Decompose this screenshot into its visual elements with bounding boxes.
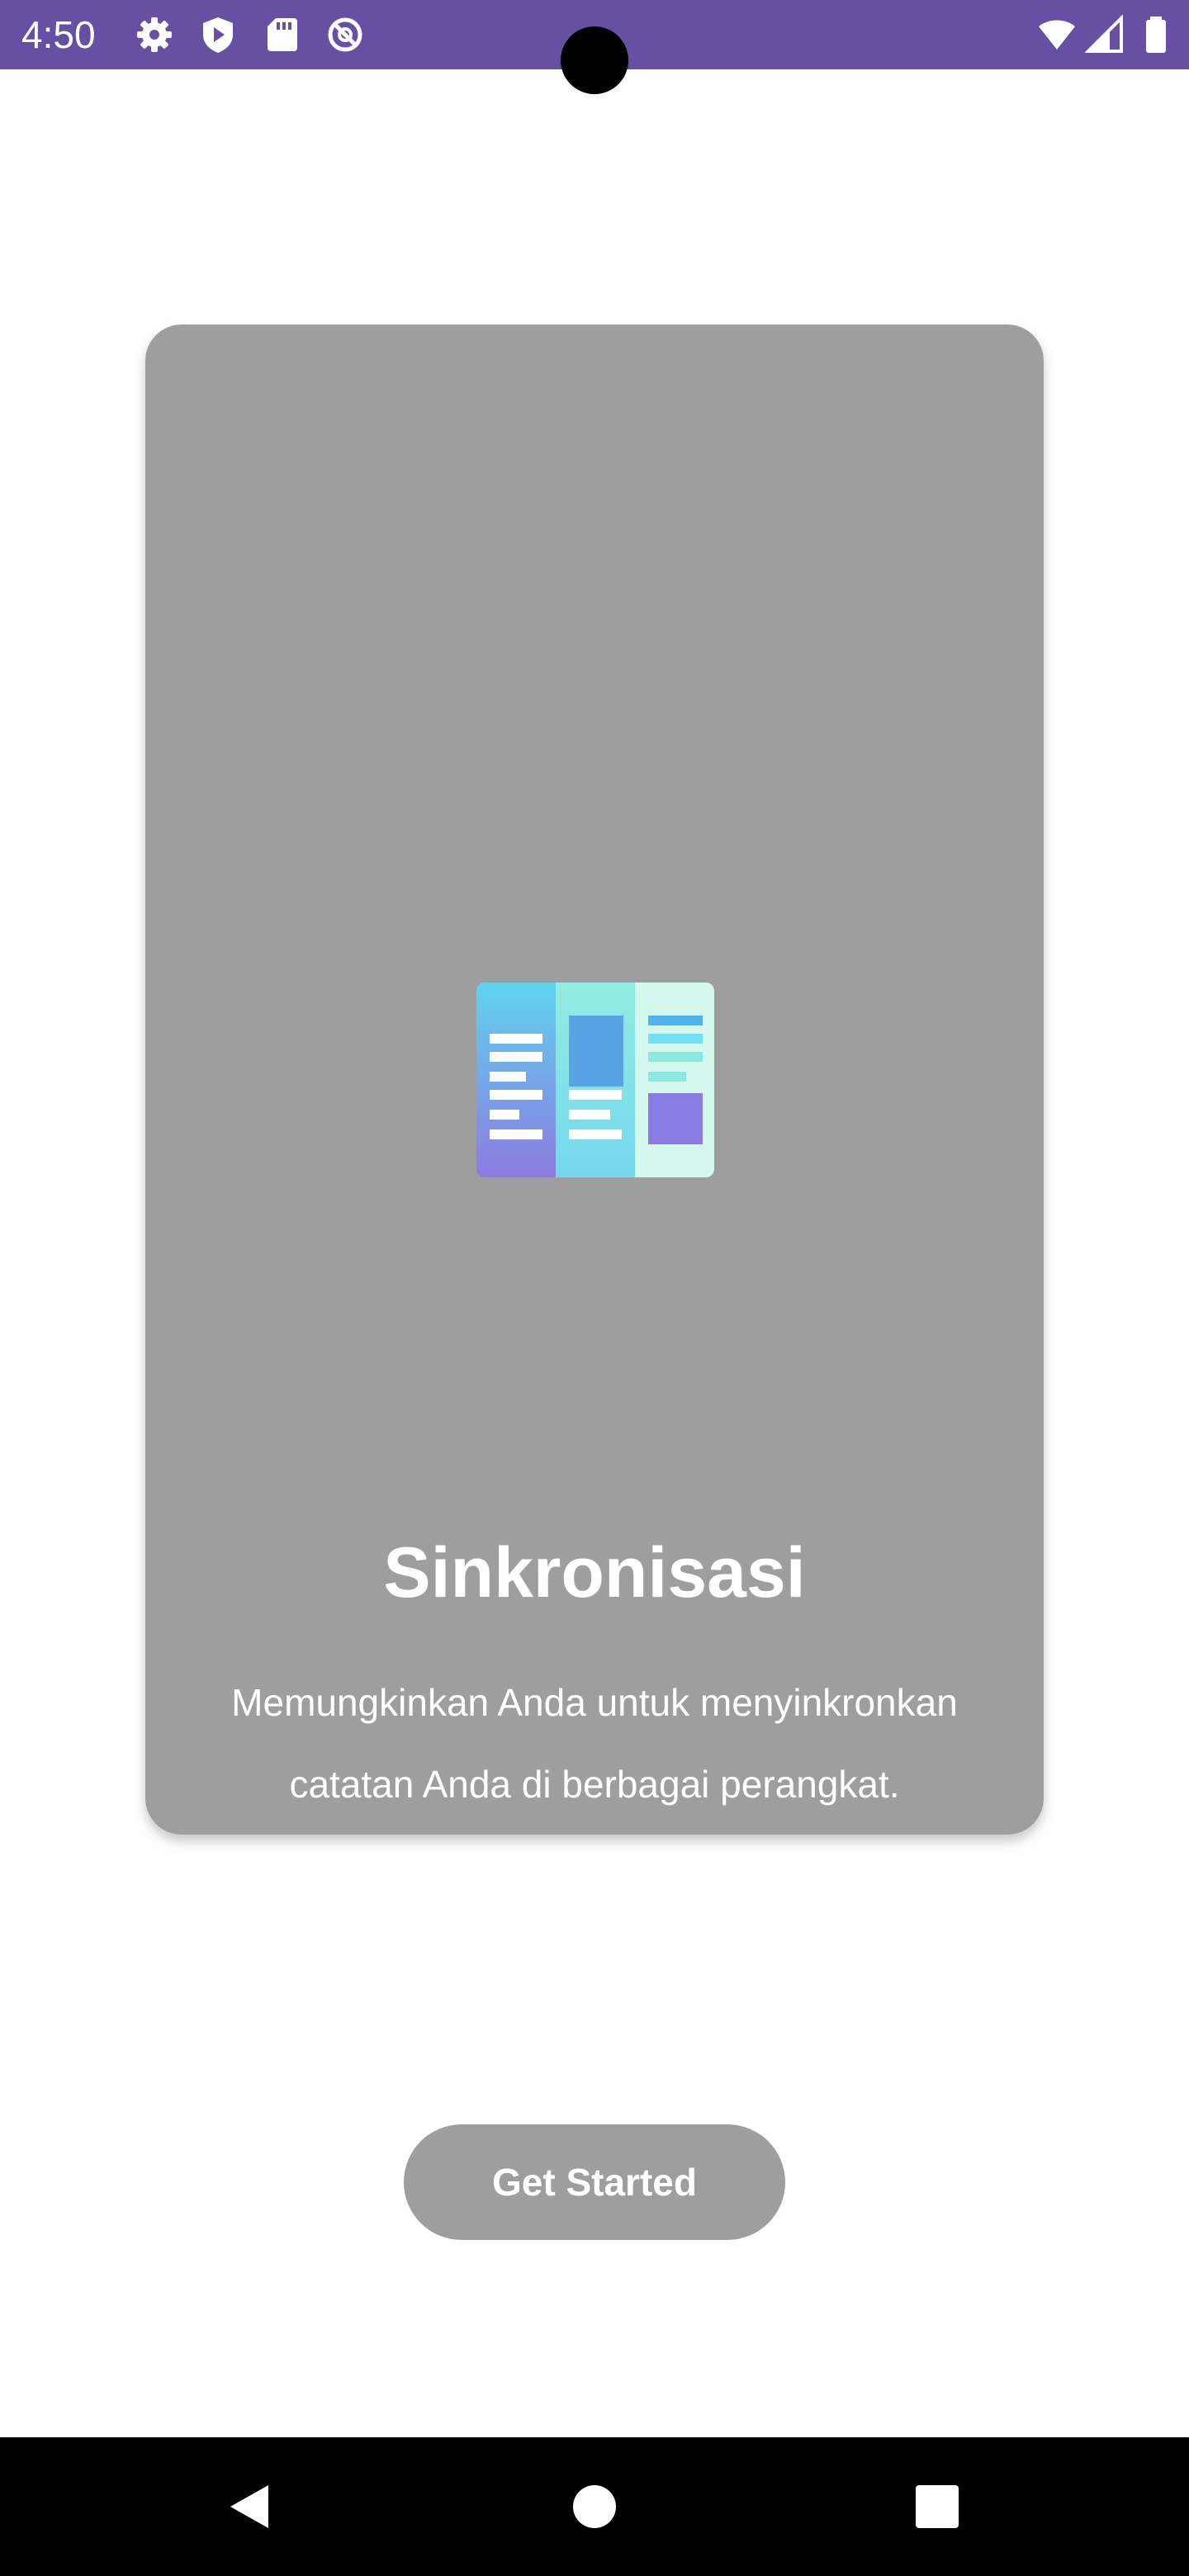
card-title: Sinkronisasi: [383, 1533, 806, 1612]
shield-play-icon: [198, 15, 238, 54]
onboarding-card: Sinkronisasi Memungkinkan Anda untuk men…: [145, 324, 1044, 1835]
gear-icon: [135, 15, 174, 54]
status-time: 4:50: [21, 13, 96, 56]
sd-card-icon: [263, 15, 302, 54]
camera-cutout: [561, 26, 628, 94]
at-sign-circle-icon: [325, 15, 365, 54]
battery-icon: [1136, 15, 1176, 54]
home-icon[interactable]: [553, 2465, 636, 2548]
cell-signal-icon: [1085, 15, 1125, 54]
back-icon[interactable]: [207, 2465, 290, 2548]
notes-sync-illustration: [476, 983, 714, 1177]
wifi-icon: [1037, 15, 1077, 54]
navigation-bar: [0, 2437, 1189, 2576]
card-description: Memungkinkan Anda untuk menyinkronkan ca…: [231, 1681, 958, 1806]
get-started-button[interactable]: Get Started: [404, 2124, 785, 2240]
recents-icon[interactable]: [896, 2465, 978, 2548]
